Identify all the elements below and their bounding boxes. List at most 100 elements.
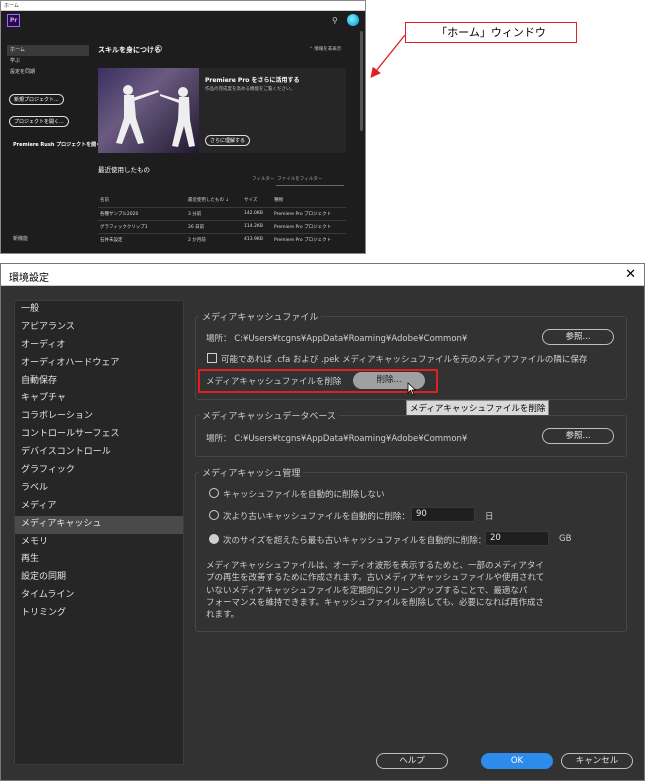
- category-item[interactable]: 設定の同期: [15, 569, 183, 587]
- category-item[interactable]: オーディオハードウェア: [15, 355, 183, 373]
- location-path: C:¥Users¥tcgns¥AppData¥Roaming¥Adobe¥Com…: [234, 334, 468, 344]
- category-item[interactable]: デバイスコントロール: [15, 444, 183, 462]
- filter-area: フィルター ファイルをフィルター: [252, 176, 322, 182]
- description-line: フォーマンスを維持できます。キャッシュファイルを削除しても、必要になれば再作成さ: [206, 597, 545, 608]
- avatar[interactable]: [347, 14, 359, 26]
- never-delete-radio[interactable]: [209, 488, 219, 498]
- cell-size: 142.0KB: [242, 206, 272, 220]
- category-item[interactable]: 自動保存: [15, 373, 183, 391]
- category-item[interactable]: 再生: [15, 551, 183, 569]
- open-rush-project-link[interactable]: Premiere Rush プロジェクトを開く...: [13, 141, 107, 148]
- filter-input[interactable]: ファイルをフィルター: [277, 177, 322, 182]
- table-header-row: 名前 最近使用したもの ↓ サイズ 種類: [98, 194, 346, 207]
- cell-name: 石井未設定: [98, 232, 186, 246]
- browse-button[interactable]: 参照...: [542, 329, 614, 345]
- cache-files-location: 場所： C:¥Users¥tcgns¥AppData¥Roaming¥Adobe…: [206, 332, 467, 344]
- home-title-bar: ホーム: [1, 1, 365, 11]
- home-sidebar: ホーム 学ぶ 設定を同期 新規プロジェクト... プロジェクトを開く...: [7, 45, 89, 130]
- location-label: 場所：: [206, 334, 232, 344]
- category-list: 一般 アピアランス オーディオ オーディオハードウェア 自動保存 キャプチャ コ…: [14, 300, 184, 765]
- cell-name: 各種サンプル2020: [98, 206, 186, 220]
- category-item[interactable]: 一般: [15, 301, 183, 319]
- hide-info-link[interactable]: ⌃ 情報を非表示: [309, 46, 341, 52]
- cell-type: Premiere Pro プロジェクト: [272, 219, 346, 233]
- browse-button[interactable]: 参照...: [542, 428, 614, 444]
- home-window-callout: 「ホーム」ウィンドウ: [405, 22, 577, 43]
- filter-underline: [276, 185, 344, 186]
- delete-older-radio[interactable]: [209, 510, 219, 520]
- save-next-to-original-checkbox[interactable]: [207, 353, 217, 363]
- category-item[interactable]: トリミング: [15, 605, 183, 623]
- home-app-bar: Pr ⚲: [1, 11, 365, 30]
- cell-recent: 3 分前: [186, 206, 242, 220]
- preferences-dialog: 環境設定 ✕ 一般 アピアランス オーディオ オーディオハードウェア 自動保存 …: [0, 263, 645, 781]
- description-line: メディアキャッシュファイルは、オーディオ波形を表示するためと、一部のメディアタイ: [206, 561, 544, 571]
- learn-more-button[interactable]: さらに理解する: [205, 135, 251, 146]
- size-input[interactable]: 20: [485, 531, 549, 546]
- category-item[interactable]: メディア: [15, 498, 183, 516]
- description-line: いないメディアキャッシュファイルを定期的にクリーンアップすることで、最適なパ: [206, 585, 528, 596]
- category-item[interactable]: メモリ: [15, 534, 183, 552]
- size-unit: GB: [559, 534, 572, 544]
- delete-older-label: 次より古いキャッシュファイルを自動的に削除：: [223, 512, 410, 522]
- category-item[interactable]: オーディオ: [15, 337, 183, 355]
- recent-title: 最近使用したもの: [98, 166, 150, 174]
- fencers-illustration: [116, 85, 195, 147]
- category-item[interactable]: キャプチャ: [15, 390, 183, 408]
- category-item[interactable]: タイムライン: [15, 587, 183, 605]
- location-path: C:¥Users¥tcgns¥AppData¥Roaming¥Adobe¥Com…: [234, 434, 468, 444]
- sidebar-item-home[interactable]: ホーム: [7, 45, 89, 56]
- cache-files-legend: メディアキャッシュファイル: [199, 310, 322, 323]
- delete-tooltip: メディアキャッシュファイルを削除: [406, 400, 550, 416]
- sidebar-item-sync[interactable]: 設定を同期: [7, 67, 89, 78]
- premiere-logo-icon: Pr: [7, 14, 20, 27]
- location-label: 場所：: [206, 434, 232, 444]
- cell-size: 114.2KB: [242, 219, 272, 233]
- close-icon[interactable]: ✕: [625, 267, 636, 282]
- category-item-selected[interactable]: メディアキャッシュ: [15, 515, 183, 534]
- category-item[interactable]: コントロールサーフェス: [15, 426, 183, 444]
- search-icon[interactable]: ⚲: [332, 16, 338, 25]
- description-line: れます。: [206, 610, 240, 621]
- col-recent-header[interactable]: 最近使用したもの ↓: [186, 194, 242, 207]
- mouse-cursor-icon: [407, 382, 417, 396]
- ok-button[interactable]: OK: [481, 753, 553, 769]
- cell-name: グラフィッククリップ1: [98, 219, 186, 233]
- col-name-header[interactable]: 名前: [98, 194, 186, 207]
- never-delete-label: キャッシュファイルを自動的に削除しない: [223, 490, 385, 500]
- filter-label: フィルター: [252, 177, 275, 182]
- delete-size-radio[interactable]: [209, 534, 219, 544]
- col-size-header[interactable]: サイズ: [242, 194, 272, 207]
- table-row[interactable]: 各種サンプル2020 3 分前 142.0KB Premiere Pro プロジ…: [98, 206, 346, 220]
- table-row[interactable]: グラフィッククリップ1 26 日前 114.2KB Premiere Pro プ…: [98, 219, 346, 233]
- cache-description: メディアキャッシュファイルは、オーディオ波形を表示するためと、一部のメディアタイ…: [206, 560, 551, 621]
- info-icon[interactable]: i: [155, 45, 162, 52]
- cancel-button[interactable]: キャンセル: [561, 753, 633, 769]
- cell-recent: 2 か月前: [186, 232, 242, 246]
- whats-new-link[interactable]: 新機能: [13, 235, 28, 242]
- category-item[interactable]: アピアランス: [15, 319, 183, 337]
- fencing-image: [98, 68, 199, 153]
- new-project-button[interactable]: 新規プロジェクト...: [9, 94, 64, 105]
- hero-card: Premiere Pro をさらに活用する 作品の完成度を高める機能をご覧くださ…: [98, 68, 346, 153]
- cell-type: Premiere Pro プロジェクト: [272, 232, 346, 246]
- category-item[interactable]: グラフィック: [15, 462, 183, 480]
- hide-info-label: 情報を非表示: [314, 47, 342, 52]
- save-next-to-original-label: 可能であれば .cfa および .pek メディアキャッシュファイルを元のメディ…: [221, 355, 588, 365]
- home-window: ホーム Pr ⚲ ホーム 学ぶ 設定を同期 新規プロジェクト... プロジェクト…: [0, 0, 366, 254]
- open-project-button[interactable]: プロジェクトを開く...: [9, 116, 69, 127]
- delete-cache-label: メディアキャッシュファイルを削除: [206, 377, 342, 387]
- cell-size: 413.9KB: [242, 232, 272, 246]
- prefs-title-bar: [1, 264, 644, 286]
- table-row[interactable]: 石井未設定 2 か月前 413.9KB Premiere Pro プロジェクト: [98, 232, 346, 246]
- hero-subtitle: 作品の完成度を高める機能をご覧ください。: [205, 87, 295, 92]
- recent-table: 名前 最近使用したもの ↓ サイズ 種類 各種サンプル2020 3 分前 142…: [98, 194, 346, 246]
- col-type-header[interactable]: 種類: [272, 194, 346, 207]
- home-scrollbar[interactable]: [360, 31, 363, 131]
- category-item[interactable]: ラベル: [15, 480, 183, 498]
- category-item[interactable]: コラボレーション: [15, 408, 183, 426]
- sidebar-item-learn[interactable]: 学ぶ: [7, 56, 89, 67]
- days-input[interactable]: 90: [411, 507, 475, 522]
- help-button[interactable]: ヘルプ: [376, 753, 448, 769]
- skills-title: スキルを身につける: [98, 46, 161, 54]
